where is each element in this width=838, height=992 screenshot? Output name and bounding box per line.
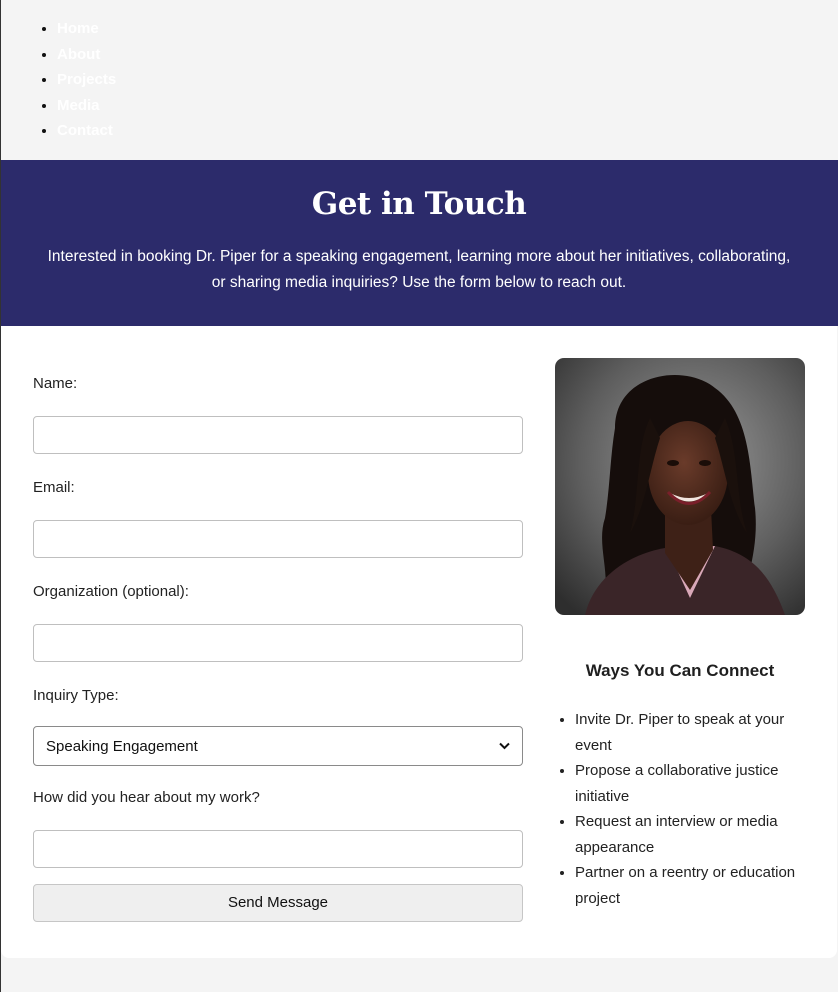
hero-banner: Get in Touch Interested in booking Dr. P… — [0, 160, 838, 326]
nav-link-home[interactable]: Home — [57, 20, 99, 37]
inquiry-type-select[interactable]: Speaking Engagement — [33, 726, 523, 766]
nav-item-home: Home — [57, 16, 838, 42]
nav-link-media[interactable]: Media — [57, 97, 100, 114]
name-label: Name: — [33, 375, 78, 392]
name-input[interactable] — [33, 416, 523, 454]
email-label: Email: — [33, 479, 75, 496]
nav-list: Home About Projects Media Contact — [0, 16, 838, 144]
send-message-button[interactable]: Send Message — [33, 884, 523, 922]
nav-item-about: About — [57, 42, 838, 68]
nav-link-contact[interactable]: Contact — [57, 122, 113, 139]
list-item: Invite Dr. Piper to speak at your event — [575, 707, 805, 758]
connect-sidebar: Ways You Can Connect Invite Dr. Piper to… — [555, 358, 805, 911]
nav-item-media: Media — [57, 93, 838, 119]
inquiry-type-selected: Speaking Engagement — [46, 737, 198, 755]
portrait-photo — [555, 358, 805, 615]
inquiry-type-label: Inquiry Type: — [33, 687, 119, 704]
nav-link-about[interactable]: About — [57, 46, 100, 63]
contact-card: Name: Email: Organization (optional): In… — [1, 326, 837, 958]
organization-input[interactable] — [33, 624, 523, 662]
contact-form: Name: Email: Organization (optional): In… — [33, 374, 523, 922]
nav-link-projects[interactable]: Projects — [57, 71, 116, 88]
referral-input[interactable] — [33, 830, 523, 868]
connect-list: Invite Dr. Piper to speak at your event … — [555, 707, 805, 911]
page-title: Get in Touch — [311, 186, 527, 222]
connect-heading: Ways You Can Connect — [585, 661, 775, 680]
nav-item-contact: Contact — [57, 118, 838, 144]
list-item: Partner on a reentry or education projec… — [575, 860, 805, 911]
list-item: Propose a collaborative justice initiati… — [575, 758, 805, 809]
chevron-down-icon — [499, 739, 510, 753]
hero-description: Interested in booking Dr. Piper for a sp… — [47, 248, 791, 291]
organization-label: Organization (optional): — [33, 583, 189, 600]
email-input[interactable] — [33, 520, 523, 558]
list-item: Request an interview or media appearance — [575, 809, 805, 860]
nav-item-projects: Projects — [57, 67, 838, 93]
referral-label: How did you hear about my work? — [33, 789, 260, 806]
main-nav: Home About Projects Media Contact — [0, 0, 838, 160]
